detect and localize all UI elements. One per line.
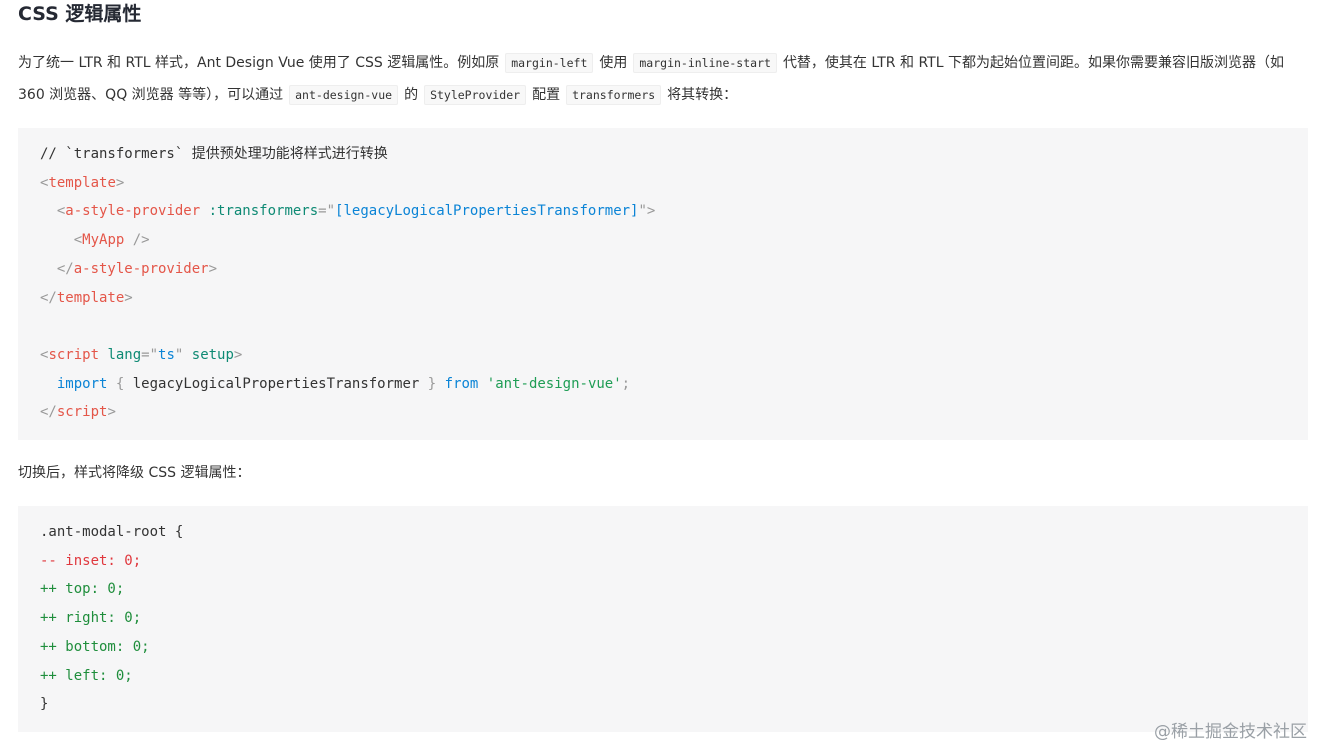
code-tag-provider-close: a-style-provider	[73, 260, 209, 277]
code-import-name: legacyLogicalPropertiesTransformer	[132, 375, 420, 392]
code-attr-value: [legacyLogicalPropertiesTransformer]	[335, 203, 639, 220]
intro-text-1: 为了统一 LTR 和 RTL 样式，Ant Design Vue 使用了 CSS…	[18, 55, 500, 71]
intro-text-6: 将其转换：	[667, 87, 738, 103]
code-tag-template: template	[48, 174, 116, 191]
code-comment: // `transformers` 提供预处理功能将样式进行转换	[40, 146, 388, 162]
inline-code-style-provider: StyleProvider	[424, 85, 527, 105]
code-module-string: 'ant-design-vue'	[486, 375, 622, 392]
diff-added-line: ++ top: 0;	[40, 581, 125, 598]
code-tag-script-close: script	[56, 404, 108, 421]
diff-added-line: ++ bottom: 0;	[40, 638, 150, 655]
code-tag-template-close: template	[56, 289, 125, 306]
diff-removed-line: -- inset: 0;	[40, 552, 142, 569]
code-attr-setup: setup	[191, 346, 234, 363]
code-tag-script: script	[48, 346, 100, 363]
intro-text-2: 使用	[599, 55, 628, 71]
section-heading: CSS 逻辑属性	[18, 3, 142, 25]
code-attr-lang: lang	[107, 346, 142, 363]
intro-text-4: 的	[404, 87, 419, 103]
diff-added-line: ++ left: 0;	[40, 667, 133, 684]
code-keyword-from: from	[444, 375, 479, 392]
inline-code-margin-inline-start: margin-inline-start	[633, 53, 777, 73]
inline-code-package: ant-design-vue	[289, 85, 399, 105]
watermark: @稀土掘金技术社区	[1154, 722, 1307, 742]
code-block-css-diff: .ant-modal-root { -- inset: 0; ++ top: 0…	[18, 506, 1308, 732]
code-attr-lang-value: ts	[158, 346, 175, 363]
code-keyword-import: import	[56, 375, 108, 392]
diff-selector: .ant-modal-root {	[40, 524, 184, 540]
code-attr-transformers: :transformers	[208, 203, 319, 220]
after-paragraph: 切换后，样式将降级 CSS 逻辑属性：	[18, 465, 251, 481]
intro-text-5: 配置	[532, 87, 561, 103]
inline-code-transformers: transformers	[566, 85, 662, 105]
intro-paragraph: 为了统一 LTR 和 RTL 样式，Ant Design Vue 使用了 CSS…	[18, 47, 1308, 111]
code-block-vue: // `transformers` 提供预处理功能将样式进行转换 <templa…	[18, 128, 1308, 440]
code-tag-provider: a-style-provider	[65, 203, 201, 220]
inline-code-margin-left: margin-left	[505, 53, 594, 73]
code-tag-myapp: MyApp	[82, 232, 125, 249]
diff-close-brace: }	[40, 696, 49, 713]
article: CSS 逻辑属性 为了统一 LTR 和 RTL 样式，Ant Design Vu…	[18, 0, 1308, 732]
diff-added-line: ++ right: 0;	[40, 610, 142, 627]
